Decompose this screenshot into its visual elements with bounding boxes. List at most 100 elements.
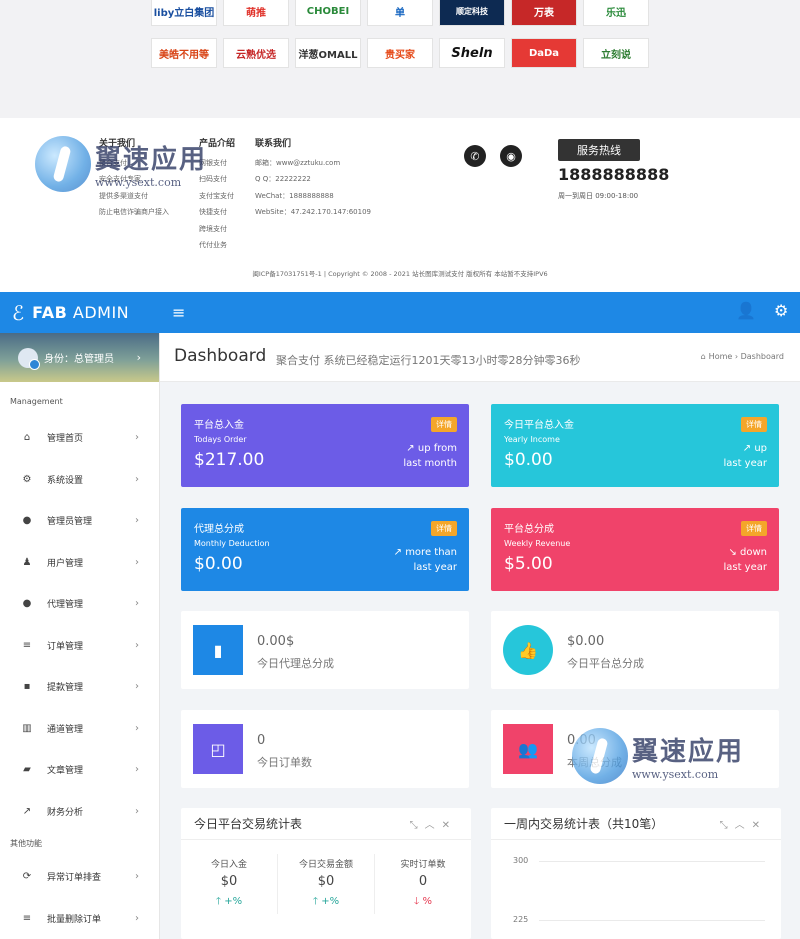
kpi-row: 今日入金 $0 🡑 +% 今日交易金额 $0 🡑 +% 实时订单数 0 🡓 % [181, 854, 471, 914]
partner-logo[interactable]: 万表 [511, 0, 577, 26]
sidebar-item[interactable]: ▪ 提款管理 › [0, 666, 159, 708]
sidebar-item[interactable]: ≡ 批量删除订单 › [0, 898, 159, 939]
week-stats-panel: 一周内交易统计表（共10笔） ⤡︿✕ 300 225 [491, 808, 781, 939]
sidebar-item[interactable]: ↗ 财务分析 › [0, 791, 159, 833]
partner-logo[interactable]: 立刻说 [583, 38, 649, 68]
brand-logo-icon: ℰ [12, 300, 25, 325]
bank-icon: ▥ [22, 722, 32, 734]
details-button[interactable]: 详情 [741, 417, 767, 432]
breadcrumb-separator: › [734, 352, 739, 361]
stat-trend: ↗ up last year [723, 441, 767, 471]
footer-heading: 产品介绍 [199, 139, 236, 149]
sidebar-profile[interactable]: 身份：总管理员 › [0, 333, 159, 382]
kpi-value: $0 [317, 874, 335, 889]
brand[interactable]: ℰ FAB ADMIN [0, 292, 160, 333]
panel-tools: ⤡︿✕ [720, 816, 767, 831]
trend-line1: more than [405, 547, 457, 558]
close-icon[interactable]: ✕ [752, 820, 767, 831]
kpi-cell: 今日交易金额 $0 🡑 +% [278, 854, 375, 914]
sidebar-item[interactable]: ⚙ 系统设置 › [0, 459, 159, 501]
footer-link[interactable]: 防止电信诈骗商户接入 [99, 204, 169, 221]
partner-logo[interactable]: 贵买家 [367, 38, 433, 68]
partner-logo[interactable]: 单 [367, 0, 433, 26]
sidebar-item-label: 用户管理 [47, 558, 84, 569]
sidebar-item[interactable]: ♟ 用户管理 › [0, 542, 159, 584]
close-icon[interactable]: ✕ [442, 820, 457, 831]
collapse-icon[interactable]: ︿ [425, 820, 442, 831]
stat-trend: ↗ up from last month [403, 441, 457, 471]
sidebar-item[interactable]: ⟳ 异常订单排查 › [0, 856, 159, 898]
collapse-icon[interactable]: ︿ [735, 820, 752, 831]
page-header: Dashboard 聚合支付 系统已经稳定运行1201天零13小时零28分钟零3… [160, 333, 800, 382]
stat-subtitle: Yearly Income [504, 435, 560, 444]
chevron-right-icon: › [135, 805, 139, 817]
footer-link[interactable]: 跨境支付 [199, 221, 235, 238]
kpi-label: 实时订单数 [400, 860, 446, 870]
sidebar-item[interactable]: ▥ 通道管理 › [0, 708, 159, 750]
footer-link[interactable]: 提供多渠道支付 [99, 188, 169, 205]
panel-header: 今日平台交易统计表 ⤡︿✕ [181, 808, 471, 840]
kpi-delta-value: +% [224, 896, 243, 907]
partner-logo[interactable]: Sheln [439, 38, 505, 68]
sidebar-item[interactable]: ▰ 文章管理 › [0, 749, 159, 791]
partner-logo[interactable]: 云熟优选 [223, 38, 289, 68]
sidebar-item-label: 文章管理 [47, 766, 84, 777]
stat-card[interactable]: 平台总入金 Todays Order $217.00 详情 ↗ up from last … [181, 404, 469, 487]
wechat-icon[interactable]: ✆ [464, 145, 486, 167]
stat-card[interactable]: 代理总分成 Monthly Deduction $0.00 详情 ↗ more than… [181, 508, 469, 591]
arrow-up-icon: 🡑 [215, 896, 225, 907]
breadcrumb-home[interactable]: Home [709, 352, 733, 361]
sidebar-item[interactable]: ● 管理员管理 › [0, 500, 159, 542]
partner-logo[interactable]: 洋葱OMALL [295, 38, 361, 68]
details-button[interactable]: 详情 [431, 417, 457, 432]
footer-link[interactable]: 快捷支付 [199, 204, 235, 221]
partner-logo[interactable]: DaDa [511, 38, 577, 68]
expand-icon[interactable]: ⤡ [410, 820, 425, 831]
partner-logo-row: 美皓不用等 云熟优选 洋葱OMALL 贵买家 Sheln DaDa 立刻说 [151, 38, 649, 68]
details-button[interactable]: 详情 [431, 521, 457, 536]
brand-name-rest: ADMIN [72, 303, 130, 322]
footer-link[interactable]: 扫码支付 [199, 171, 235, 188]
chevron-right-icon: › [135, 722, 139, 734]
kpi-label: 今日入金 [210, 860, 247, 870]
panel-title: 一周内交易统计表（共10笔） [504, 817, 664, 831]
sidebar-item[interactable]: ⌂ 管理首页 › [0, 417, 159, 459]
partner-logo[interactable]: 顺定科技 [439, 0, 505, 26]
chart-icon: ↗ [22, 805, 32, 817]
stat-subtitle: Weekly Revenue [504, 539, 571, 548]
sidebar-nav-other: ⟳ 异常订单排查 › ≡ 批量删除订单 › [0, 856, 159, 939]
footer-link[interactable]: 网银支付 [199, 155, 235, 172]
partner-logo[interactable]: 乐迅 [583, 0, 649, 26]
footer-link[interactable]: 聚合支付 [99, 155, 169, 172]
settings-gear-icon[interactable]: ⚙ [774, 301, 788, 320]
hotline-button[interactable]: 服务热线 [558, 139, 640, 161]
lock-icon: ▪ [23, 681, 31, 693]
trend-line2: last year [723, 562, 767, 573]
sidebar-item[interactable]: ≡ 订单管理 › [0, 625, 159, 667]
sidebar-item[interactable]: ● 代理管理 › [0, 583, 159, 625]
sidebar-item-label: 批量删除订单 [47, 914, 102, 925]
stat-card[interactable]: 平台总分成 Weekly Revenue $5.00 详情 ↘ down last yea… [491, 508, 779, 591]
avatar [18, 347, 40, 370]
trend-line2: last year [723, 458, 767, 469]
partner-logo[interactable]: liby立白集团 [151, 0, 217, 26]
weibo-icon[interactable]: ◉ [500, 145, 522, 167]
stat-value: $217.00 [194, 450, 265, 470]
partner-logo[interactable]: CHOBEI [295, 0, 361, 26]
trend-up-icon: ↗ [742, 443, 755, 454]
kpi-label: 今日交易金额 [298, 860, 353, 870]
partner-logo[interactable]: 萌推 [223, 0, 289, 26]
partner-logo[interactable]: 美皓不用等 [151, 38, 217, 68]
footer-link[interactable]: 代付业务 [199, 237, 235, 254]
mini-stat-value: $0.00 [567, 634, 605, 649]
footer-contact: 联系我们 邮箱：www@zztuku.com Q Q：22222222 WeCh… [255, 136, 371, 221]
sidebar-nav: ⌂ 管理首页 › ⚙ 系统设置 › ● 管理员管理 › ♟ 用户管理 › ● 代理管理 › ≡ 订单管理 › ▪ 提款… [0, 417, 159, 832]
footer-link[interactable]: 安全支付专家 [99, 171, 169, 188]
footer-link[interactable]: 支付宝支付 [199, 188, 235, 205]
menu-toggle-icon[interactable]: ≡ [172, 303, 185, 322]
user-icon[interactable]: 👤 [736, 301, 756, 320]
details-button[interactable]: 详情 [741, 521, 767, 536]
mini-stat-card: 👍 $0.00 今日平台总分成 [491, 611, 779, 689]
expand-icon[interactable]: ⤡ [720, 820, 735, 831]
stat-card[interactable]: 今日平台总入金 Yearly Income $0.00 详情 ↗ up last year [491, 404, 779, 487]
